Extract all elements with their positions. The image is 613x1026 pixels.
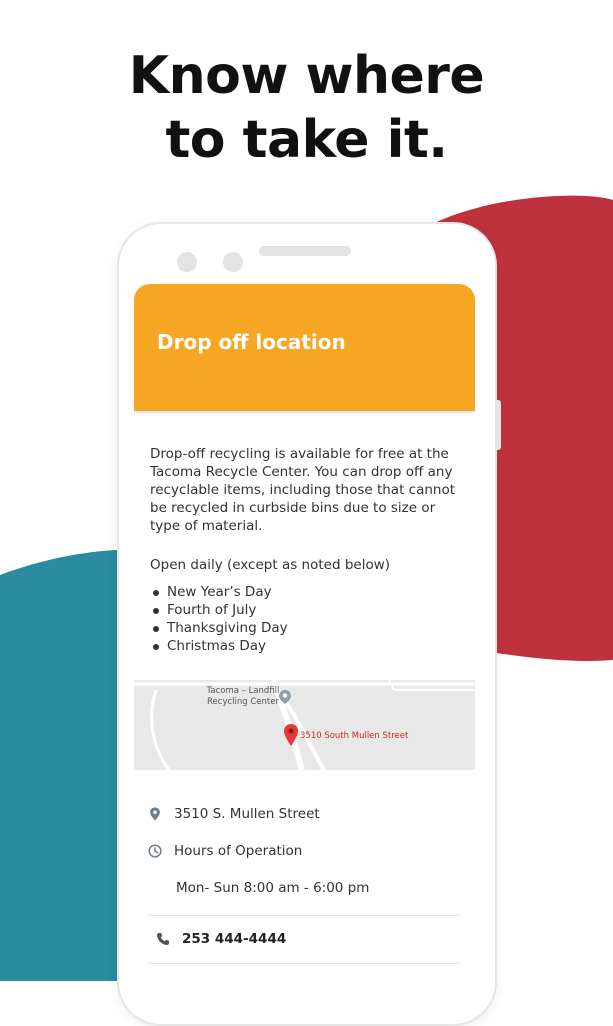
speaker-grille <box>259 246 351 256</box>
headline-line-2: to take it. <box>165 110 448 170</box>
divider <box>148 915 460 916</box>
sensor-dot <box>223 252 243 272</box>
app-header: Drop off location <box>134 284 475 411</box>
map-marker-icon[interactable] <box>284 724 298 746</box>
open-note: Open daily (except as noted below) <box>150 557 391 573</box>
hours-row: Hours of Operation <box>148 843 302 859</box>
clock-icon <box>148 844 162 858</box>
side-button <box>497 400 501 450</box>
app-screen: Drop off location Drop-off recycling is … <box>134 284 475 981</box>
page-title: Drop off location <box>157 330 346 354</box>
phone-number[interactable]: 253 444-4444 <box>182 931 286 947</box>
bullet-icon <box>153 626 159 632</box>
holiday-label: Fourth of July <box>167 602 257 618</box>
bullet-icon <box>153 644 159 650</box>
map-pin-label: 3510 South Mullen Street <box>300 731 409 741</box>
headline: Know where to take it. <box>0 44 613 172</box>
headline-line-1: Know where <box>128 46 485 106</box>
map-roads <box>134 680 475 770</box>
description-text: Drop-off recycling is available for free… <box>150 446 456 534</box>
bullet-icon <box>153 590 159 596</box>
list-item: Thanksgiving Day <box>150 619 288 637</box>
phone-row[interactable]: 253 444-4444 <box>156 931 286 947</box>
map-poi-label: Tacoma – Landfill Recycling Center <box>206 686 280 707</box>
camera-dot <box>177 252 197 272</box>
list-item: New Year’s Day <box>150 583 288 601</box>
holiday-label: Thanksgiving Day <box>167 620 288 636</box>
location-pin-icon <box>150 807 160 821</box>
address-text: 3510 S. Mullen Street <box>174 806 320 822</box>
holiday-label: New Year’s Day <box>167 584 272 600</box>
list-item: Christmas Day <box>150 637 288 655</box>
bullet-icon <box>153 608 159 614</box>
holiday-label: Christmas Day <box>167 638 267 654</box>
hours-value: Mon- Sun 8:00 am - 6:00 pm <box>176 880 370 896</box>
divider <box>148 963 460 964</box>
list-item: Fourth of July <box>150 601 288 619</box>
map-view[interactable]: Tacoma – Landfill Recycling Center 3510 … <box>134 680 475 770</box>
phone-icon <box>157 933 169 945</box>
hours-label: Hours of Operation <box>174 843 303 859</box>
address-row[interactable]: 3510 S. Mullen Street <box>148 806 320 822</box>
holiday-list: New Year’s Day Fourth of July Thanksgivi… <box>150 583 288 655</box>
